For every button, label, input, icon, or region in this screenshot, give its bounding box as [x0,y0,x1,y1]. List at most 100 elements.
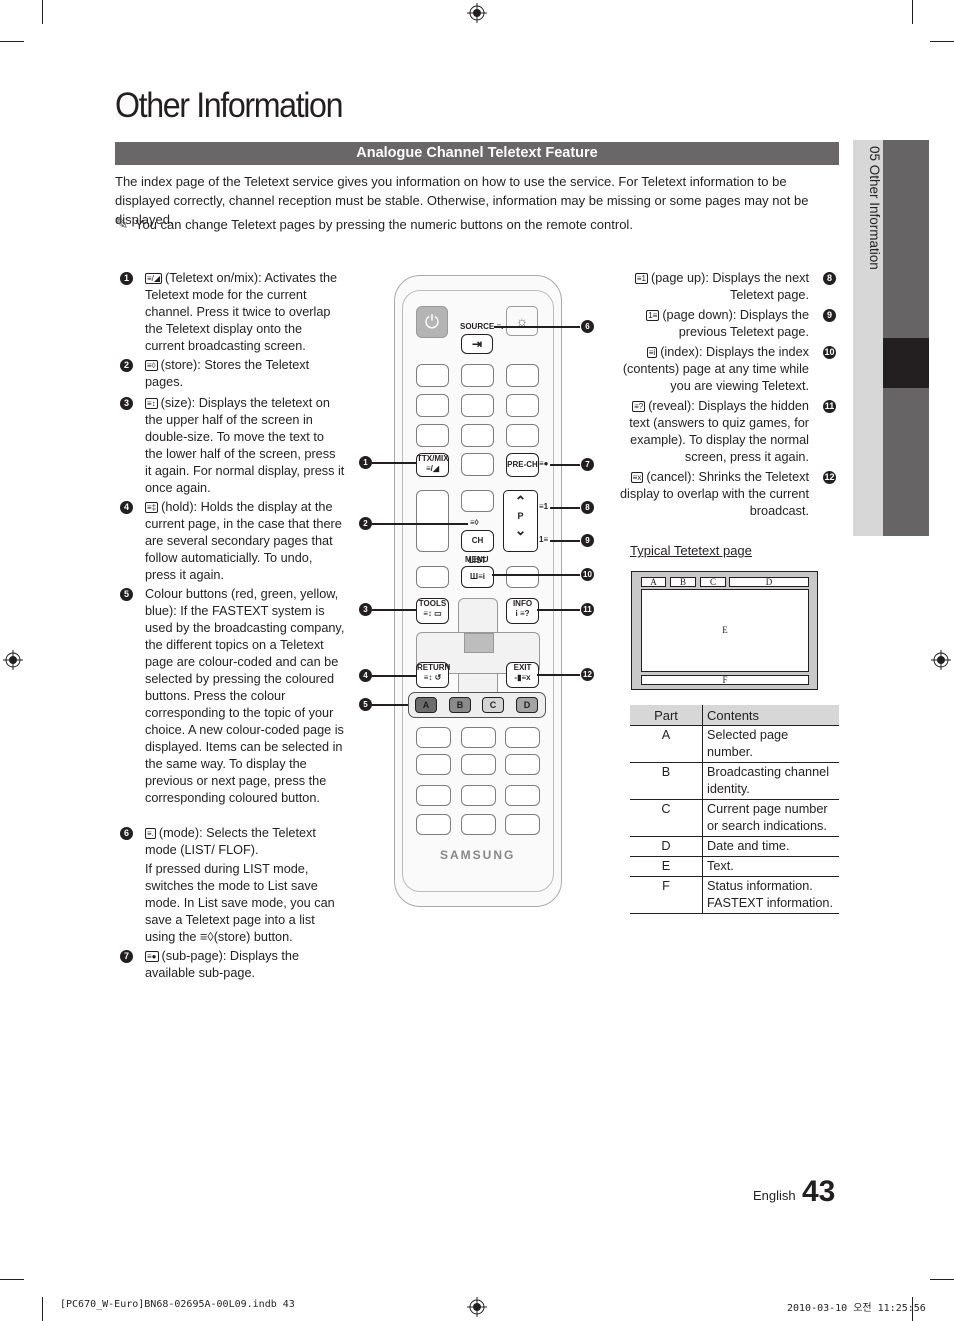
list-item: 6 ≡. (mode): Selects the Teletext mode (L… [120,825,345,946]
callout-number: 7 [581,458,594,471]
crop-mark [0,1279,24,1280]
teletext-diagram-title: Typical Tetetext page [630,543,752,558]
function-button [461,814,496,835]
cancel-icon: ≡x [630,472,644,483]
contents-cell: Broadcasting channel identity. [702,762,839,800]
crop-mark [912,0,913,24]
volume-rocker [416,490,449,552]
dpad-center [464,633,494,653]
footer-language: English [753,1188,796,1203]
number-badge: 2 [120,359,133,372]
size-icon: ≡↕ ▭ [423,609,442,618]
item-text: (sub-page): Displays the available sub-p… [145,949,300,980]
item-text: Colour buttons (red, green, yellow, blue… [145,587,345,805]
diagram-part-f: F [641,675,809,685]
crop-mark [930,41,954,42]
number-badge: 10 [823,346,836,359]
callout-line [372,675,416,677]
number-button [506,364,539,387]
diagram-part-a: A [641,577,666,587]
ttx-mix-icon: ≡/◢ [425,464,440,473]
crop-mark [42,1297,43,1321]
number-button [506,394,539,417]
table-row: C Current page number or search indicatio… [630,799,839,837]
section-heading: Analogue Channel Teletext Feature [115,142,839,165]
chevron-up-icon: ⌃ [514,493,527,509]
note-pencil-icon: ✎ [115,216,129,233]
callout-number: 11 [581,603,594,616]
registration-mark-icon [467,1297,487,1317]
index-icon: ≡i [646,347,658,358]
print-slug-file: [PC670_W-Euro]BN68-02695A-00L09.indb 43 [60,1299,295,1310]
callout-line [492,574,580,576]
sub-page-icon: ≡● [145,951,159,962]
sub-page-icon: ≡● [539,459,549,468]
reveal-icon: ≡? [632,401,646,412]
callout-line [550,464,580,466]
list-item: 7 ≡● (sub-page): Displays the available s… [120,948,345,982]
list-item: ≡i (index): Displays the index (contents)… [609,344,836,395]
table-row: D Date and time. [630,836,839,857]
color-button-c: C [482,697,504,713]
brand-logo: SAMSUNG [440,848,516,862]
part-cell: C [630,799,703,837]
power-icon: ⏻ [416,306,448,338]
number-badge: 11 [823,400,836,413]
function-button [416,727,451,748]
callout-number: 6 [581,320,594,333]
item-text: (page up): Displays the next Teletext pa… [651,271,809,302]
crop-mark [42,0,43,24]
item-text: (store): Stores the Teletext pages. [145,358,310,389]
number-button [416,364,449,387]
callout-number: 3 [359,603,372,616]
function-button [461,727,496,748]
crop-mark [0,41,24,42]
function-button [505,814,540,835]
page-number: 43 [802,1175,836,1208]
table-row: A Selected page number. [630,725,839,763]
part-cell: E [630,856,703,877]
color-button-a: A [415,697,437,713]
callout-line [494,326,580,328]
hold-icon: ≡‡ [145,502,159,513]
function-button [461,754,496,775]
item-extra-text: If pressed during LIST mode, switches th… [145,862,335,944]
list-item: ≡? (reveal): Displays the hidden text (an… [609,398,836,466]
part-cell: B [630,762,703,800]
number-button [461,424,494,447]
channel-rocker: ⌃ P ⌄ [503,490,538,552]
color-button-d: D [516,697,538,713]
exit-button: EXIT -▮≡x [506,662,539,688]
callout-number: 5 [359,698,372,711]
diagram-part-e: E [641,589,809,672]
ttx-mix-button: TTX/MIX ≡/◢ [416,453,449,477]
number-badge: 4 [120,501,133,514]
return-label: RETURN [417,663,451,672]
callout-line [537,609,580,611]
mute-button [461,490,494,512]
page-down-icon: 1≡ [646,310,660,321]
mode-icon: ≡. [145,828,156,839]
contents-cell: Date and time. [702,836,839,857]
page-down-icon: 1≡ [539,535,549,544]
column-header-contents: Contents [702,705,839,726]
number-badge: 5 [120,588,133,601]
color-button-b: B [449,697,471,713]
item-text: (cancel): Shrinks the Teletext display t… [620,470,809,518]
list-item: 1≡ (page down): Displays the previous Tel… [609,307,836,341]
teletext-page-diagram: A B C D E F [631,571,818,690]
hold-icon: ≡↕ ↺ [423,673,442,682]
number-button [461,394,494,417]
contents-cell: Text. [702,856,839,877]
item-text: (mode): Selects the Teletext mode (LIST/… [145,826,316,857]
item-text: (page down): Displays the previous Telet… [662,308,809,339]
callout-number: 2 [359,517,372,530]
number-button [416,394,449,417]
callout-line [372,609,416,611]
number-badge: 8 [823,272,836,285]
table-header-row: Part Contents [630,705,839,726]
callout-line [550,540,580,542]
callout-number: 12 [581,668,594,681]
size-icon: ≡↕ [145,398,158,409]
contents-cell: Current page number or search indication… [702,799,839,837]
